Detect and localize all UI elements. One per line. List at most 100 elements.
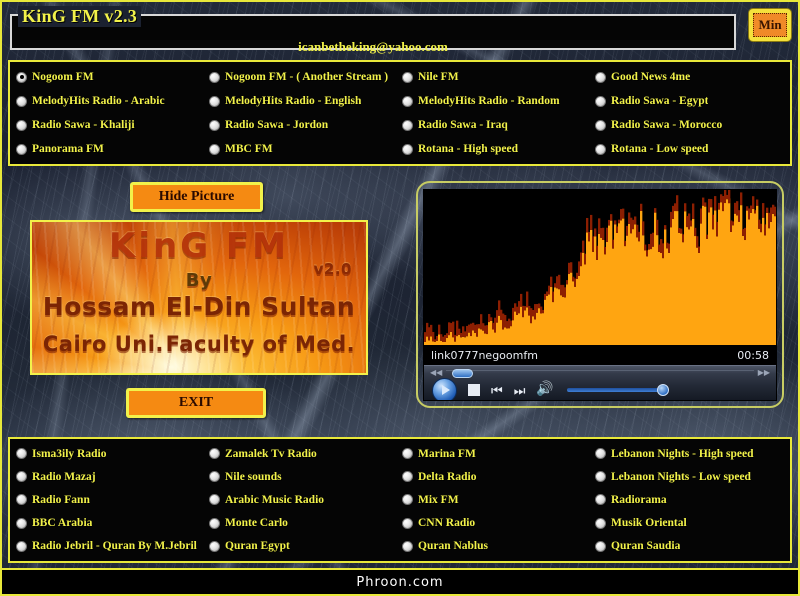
radio-button-icon[interactable] — [16, 119, 27, 131]
radio-button-icon[interactable] — [402, 71, 413, 83]
station-option[interactable]: Rotana - Low speed — [593, 143, 786, 155]
next-track-icon[interactable]: ⏭ — [514, 384, 526, 397]
station-label: Radio Sawa - Jordon — [225, 119, 329, 131]
radio-button-icon[interactable] — [16, 71, 27, 83]
radio-button-icon[interactable] — [595, 540, 606, 552]
volume-slider[interactable] — [566, 384, 669, 396]
station-option[interactable]: BBC Arabia — [14, 517, 207, 529]
radio-button-icon[interactable] — [209, 448, 220, 460]
station-option[interactable]: Quran Saudia — [593, 540, 786, 552]
radio-button-icon[interactable] — [209, 95, 220, 107]
radio-button-icon[interactable] — [209, 517, 220, 529]
station-option[interactable]: Radio Sawa - Jordon — [207, 119, 400, 131]
email-label: icanbetheking@yahoo.com — [298, 39, 448, 54]
station-option[interactable]: Nogoom FM — [14, 71, 207, 83]
station-option[interactable]: Radio Sawa - Egypt — [593, 95, 786, 107]
radio-button-icon[interactable] — [595, 448, 606, 460]
exit-button[interactable]: EXIT — [126, 388, 266, 418]
station-label: Radiorama — [611, 493, 667, 506]
station-option[interactable]: Quran Egypt — [207, 540, 400, 552]
station-option[interactable]: Lebanon Nights - Low speed — [593, 471, 786, 483]
station-option[interactable]: Radio Mazaj — [14, 471, 207, 483]
radio-button-icon[interactable] — [402, 517, 413, 529]
radio-button-icon[interactable] — [595, 143, 606, 155]
station-option[interactable]: Radio Jebril - Quran By M.Jebril — [14, 540, 207, 552]
station-label: Lebanon Nights - Low speed — [611, 470, 751, 483]
play-icon — [442, 385, 450, 395]
radio-button-icon[interactable] — [16, 471, 27, 483]
radio-button-icon[interactable] — [209, 119, 220, 131]
station-option[interactable]: Lebanon Nights - High speed — [593, 448, 786, 460]
station-label: Nogoom FM - ( Another Stream ) — [225, 71, 389, 83]
seek-slider[interactable] — [446, 368, 754, 378]
radio-button-icon[interactable] — [402, 494, 413, 506]
station-option[interactable]: CNN Radio — [400, 517, 593, 529]
station-option[interactable]: Radio Sawa - Iraq — [400, 119, 593, 131]
radio-button-icon[interactable] — [16, 540, 27, 552]
station-label: Rotana - High speed — [418, 143, 518, 155]
radio-button-icon[interactable] — [402, 119, 413, 131]
radio-button-icon[interactable] — [16, 448, 27, 460]
volume-thumb[interactable] — [656, 384, 669, 396]
station-label: Panorama FM — [32, 143, 104, 155]
station-option[interactable]: Monte Carlo — [207, 517, 400, 529]
station-option[interactable]: Radio Fann — [14, 494, 207, 506]
station-option[interactable]: Radio Sawa - Khaliji — [14, 119, 207, 131]
radio-button-icon[interactable] — [209, 143, 220, 155]
radio-button-icon[interactable] — [209, 540, 220, 552]
radio-button-icon[interactable] — [16, 95, 27, 107]
station-option[interactable]: Good News 4me — [593, 71, 786, 83]
station-option[interactable]: Radio Sawa - Morocco — [593, 119, 786, 131]
station-label: Radio Sawa - Khaliji — [32, 119, 135, 131]
radio-button-icon[interactable] — [209, 471, 220, 483]
radio-button-icon[interactable] — [402, 143, 413, 155]
radio-button-icon[interactable] — [595, 494, 606, 506]
radio-button-icon[interactable] — [595, 517, 606, 529]
station-option[interactable]: Arabic Music Radio — [207, 494, 400, 506]
player-controls: ◀◀ ▶▶ ⏮ ⏭ 🔊 — [424, 365, 776, 400]
seek-row: ◀◀ ▶▶ — [424, 367, 776, 379]
station-option[interactable]: Mix FM — [400, 494, 593, 506]
station-label: Quran Egypt — [225, 540, 290, 553]
radio-button-icon[interactable] — [402, 471, 413, 483]
radio-button-icon[interactable] — [402, 95, 413, 107]
station-option[interactable]: Musik Oriental — [593, 517, 786, 529]
station-option[interactable]: MelodyHits Radio - Arabic — [14, 95, 207, 107]
station-option[interactable]: Radiorama — [593, 494, 786, 506]
station-option[interactable]: Nile FM — [400, 71, 593, 83]
radio-button-icon[interactable] — [209, 71, 220, 83]
radio-button-icon[interactable] — [595, 71, 606, 83]
radio-button-icon[interactable] — [402, 540, 413, 552]
station-option[interactable]: Delta Radio — [400, 471, 593, 483]
radio-button-icon[interactable] — [16, 517, 27, 529]
stop-button[interactable] — [468, 384, 480, 396]
station-option[interactable]: Quran Nablus — [400, 540, 593, 552]
stations-grid-bottom: Isma3ily Radio Zamalek Tv Radio Marina FM L… — [14, 442, 786, 558]
hide-picture-button[interactable]: Hide Picture — [130, 182, 263, 212]
volume-speaker-icon[interactable]: 🔊 — [536, 383, 553, 397]
radio-button-icon[interactable] — [402, 448, 413, 460]
station-option[interactable]: Zamalek Tv Radio — [207, 448, 400, 460]
station-option[interactable]: Marina FM — [400, 448, 593, 460]
rewind-icon[interactable]: ◀◀ — [430, 369, 442, 377]
previous-track-icon[interactable]: ⏮ — [491, 384, 503, 397]
station-option[interactable]: Isma3ily Radio — [14, 448, 207, 460]
station-option[interactable]: Panorama FM — [14, 143, 207, 155]
radio-button-icon[interactable] — [595, 95, 606, 107]
radio-button-icon[interactable] — [16, 143, 27, 155]
seek-thumb[interactable] — [452, 368, 474, 378]
radio-button-icon[interactable] — [16, 494, 27, 506]
fast-forward-icon[interactable]: ▶▶ — [758, 369, 770, 377]
play-button[interactable] — [432, 377, 457, 400]
radio-button-icon[interactable] — [595, 119, 606, 131]
minimize-button[interactable]: Min — [748, 8, 792, 42]
radio-button-icon[interactable] — [209, 494, 220, 506]
station-option[interactable]: MelodyHits Radio - Random — [400, 95, 593, 107]
station-label: Radio Fann — [32, 493, 90, 506]
station-option[interactable]: Rotana - High speed — [400, 143, 593, 155]
radio-button-icon[interactable] — [595, 471, 606, 483]
station-option[interactable]: MBC FM — [207, 143, 400, 155]
station-option[interactable]: Nile sounds — [207, 471, 400, 483]
station-option[interactable]: MelodyHits Radio - English — [207, 95, 400, 107]
station-option[interactable]: Nogoom FM - ( Another Stream ) — [207, 71, 400, 83]
